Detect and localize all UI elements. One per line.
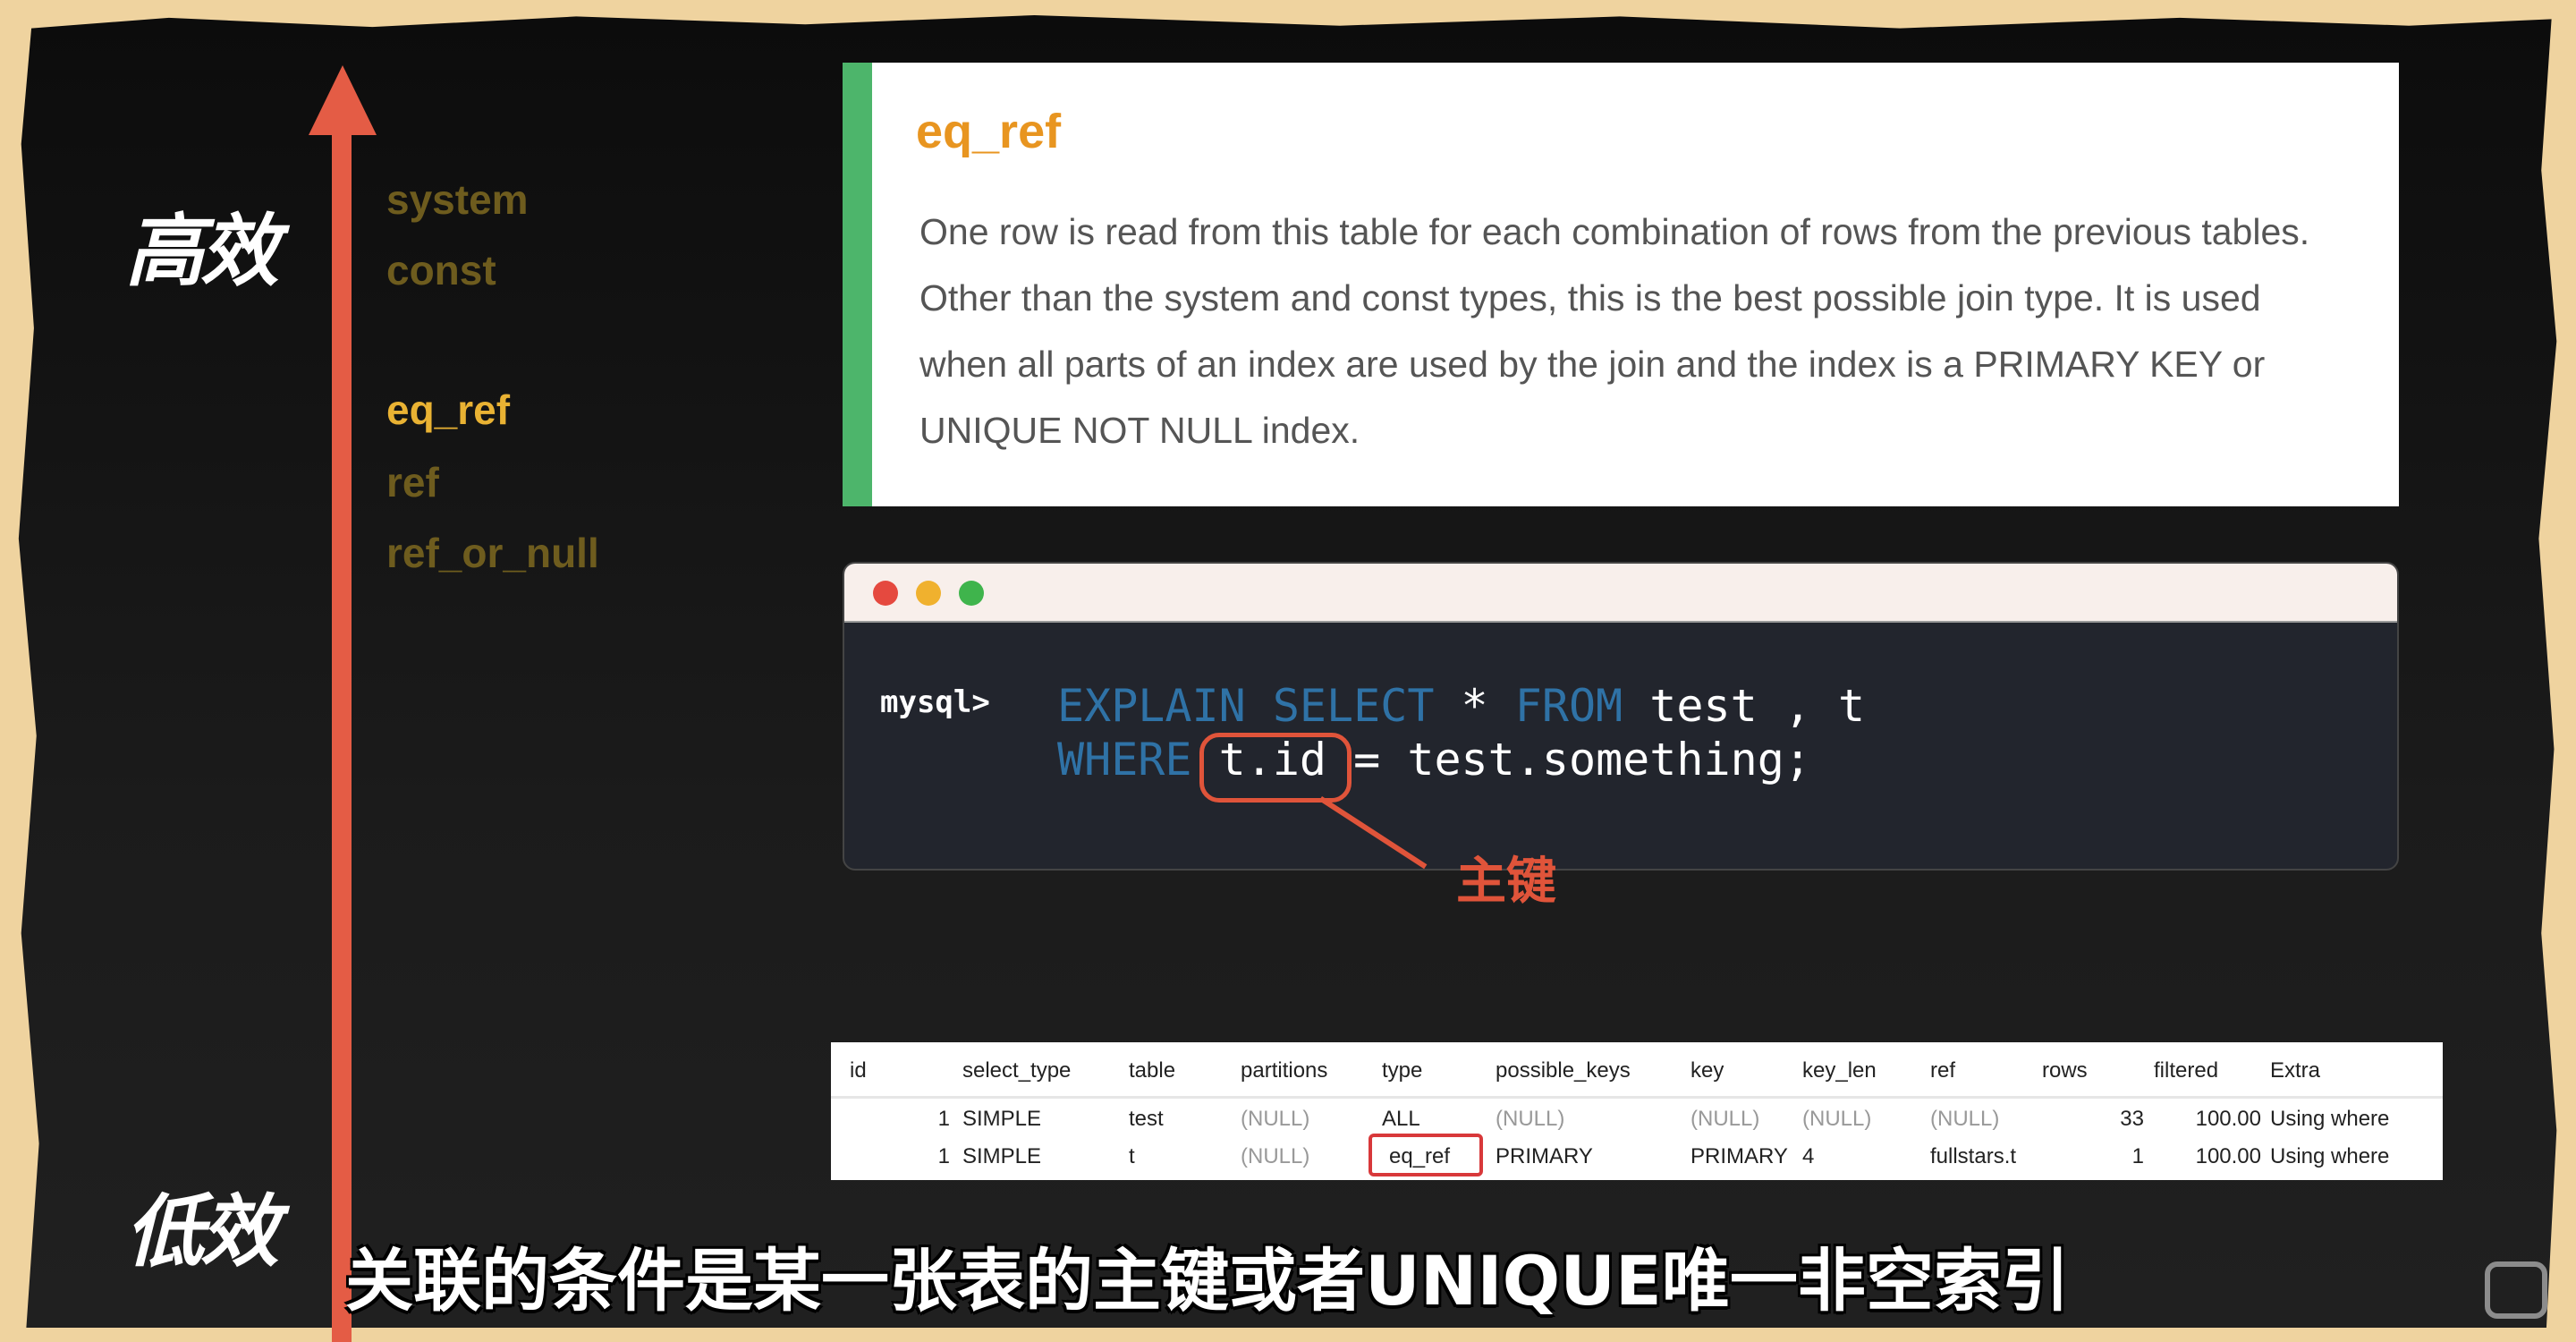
terminal-titlebar (844, 564, 2397, 623)
terminal-window: mysql> EXPLAIN SELECT * FROM test , t WH… (843, 562, 2399, 871)
card-title: eq_ref (916, 105, 1062, 158)
column-header-key[interactable]: key (1690, 1058, 1724, 1083)
type-eq-ref: eq_ref (386, 386, 511, 433)
table-cell: Using where (2270, 1144, 2390, 1168)
table-cell: ALL (1382, 1107, 1420, 1131)
column-header-rows[interactable]: rows (2042, 1058, 2088, 1083)
keyword: EXPLAIN SELECT (1057, 680, 1435, 732)
table-cell: test (1129, 1107, 1164, 1131)
operator: * (1434, 680, 1515, 732)
doc-card: eq_ref One row is read from this table f… (843, 63, 2399, 506)
high-efficiency-label: 高效 (125, 205, 279, 297)
explain-result-table: id select_type table partitions type possible… (831, 1042, 2443, 1180)
code-text: = test.something; (1326, 734, 1811, 786)
table-cell: (NULL) (1802, 1107, 1872, 1131)
column-header-id[interactable]: id (850, 1058, 867, 1083)
table-cell: 1 (937, 1107, 950, 1131)
column-header-partitions[interactable]: partitions (1241, 1058, 1327, 1083)
table-cell: 100.00 (2195, 1144, 2261, 1168)
arrow-up-icon (309, 65, 377, 135)
table-cell: PRIMARY (1690, 1144, 1788, 1168)
maximize-dot-icon[interactable] (959, 581, 984, 606)
column-header-table[interactable]: table (1129, 1058, 1175, 1083)
column-header-select-type[interactable]: select_type (962, 1058, 1071, 1083)
table-cell: 1 (2131, 1144, 2144, 1168)
eq-ref-highlight-box (1368, 1134, 1483, 1176)
column-header-type[interactable]: type (1382, 1058, 1422, 1083)
highlight-circle (1199, 733, 1352, 803)
close-dot-icon[interactable] (873, 581, 898, 606)
table-cell: PRIMARY (1496, 1144, 1593, 1168)
minimize-dot-icon[interactable] (916, 581, 941, 606)
card-description: One row is read from this table for each… (919, 211, 2310, 451)
table-cell: (NULL) (1690, 1107, 1760, 1131)
table-cell: SIMPLE (962, 1107, 1042, 1131)
column-header-key-len[interactable]: key_len (1802, 1058, 1877, 1083)
code-text: test , t (1623, 680, 1866, 732)
efficiency-arrow (332, 107, 352, 1342)
column-header-ref[interactable]: ref (1930, 1058, 1955, 1083)
card-accent-bar (843, 63, 872, 506)
low-efficiency-label: 低效 (125, 1185, 279, 1278)
code-line-1: EXPLAIN SELECT * FROM test , t (1057, 680, 1865, 732)
type-ref-or-null: ref_or_null (386, 530, 599, 576)
table-cell: 100.00 (2195, 1107, 2261, 1131)
header-divider (831, 1096, 2443, 1099)
column-header-possible-keys[interactable]: possible_keys (1496, 1058, 1631, 1083)
table-cell: (NULL) (1930, 1107, 2000, 1131)
table-cell: SIMPLE (962, 1144, 1042, 1168)
column-header-extra[interactable]: Extra (2270, 1058, 2320, 1083)
table-cell: Using where (2270, 1107, 2390, 1131)
keyword: FROM (1514, 680, 1623, 732)
code-line-2: WHERE t.id = test.something; (1057, 734, 1811, 786)
video-frame: 高效 低效 system const eq_ref ref ref_or_nul… (0, 0, 2576, 1342)
table-cell: t (1129, 1144, 1135, 1168)
table-cell: 1 (937, 1144, 950, 1168)
tv-logo-icon (2485, 1261, 2547, 1319)
column-header-filtered[interactable]: filtered (2154, 1058, 2218, 1083)
keyword: WHERE (1057, 734, 1192, 786)
table-cell: (NULL) (1496, 1107, 1565, 1131)
type-system: system (386, 176, 529, 223)
type-const: const (386, 247, 496, 293)
table-cell: (NULL) (1241, 1144, 1310, 1168)
table-cell: 4 (1802, 1144, 1815, 1168)
table-cell: (NULL) (1241, 1107, 1310, 1131)
table-cell: fullstars.t (1930, 1144, 2017, 1168)
subtitle: 关联的条件是某一张表的主键或者UNIQUE唯一非空索引 (345, 1241, 2070, 1321)
type-ref: ref (386, 459, 439, 505)
mysql-prompt: mysql> (880, 684, 990, 720)
primary-key-annotation: 主键 (1456, 853, 1556, 911)
table-cell: 33 (2120, 1107, 2144, 1131)
